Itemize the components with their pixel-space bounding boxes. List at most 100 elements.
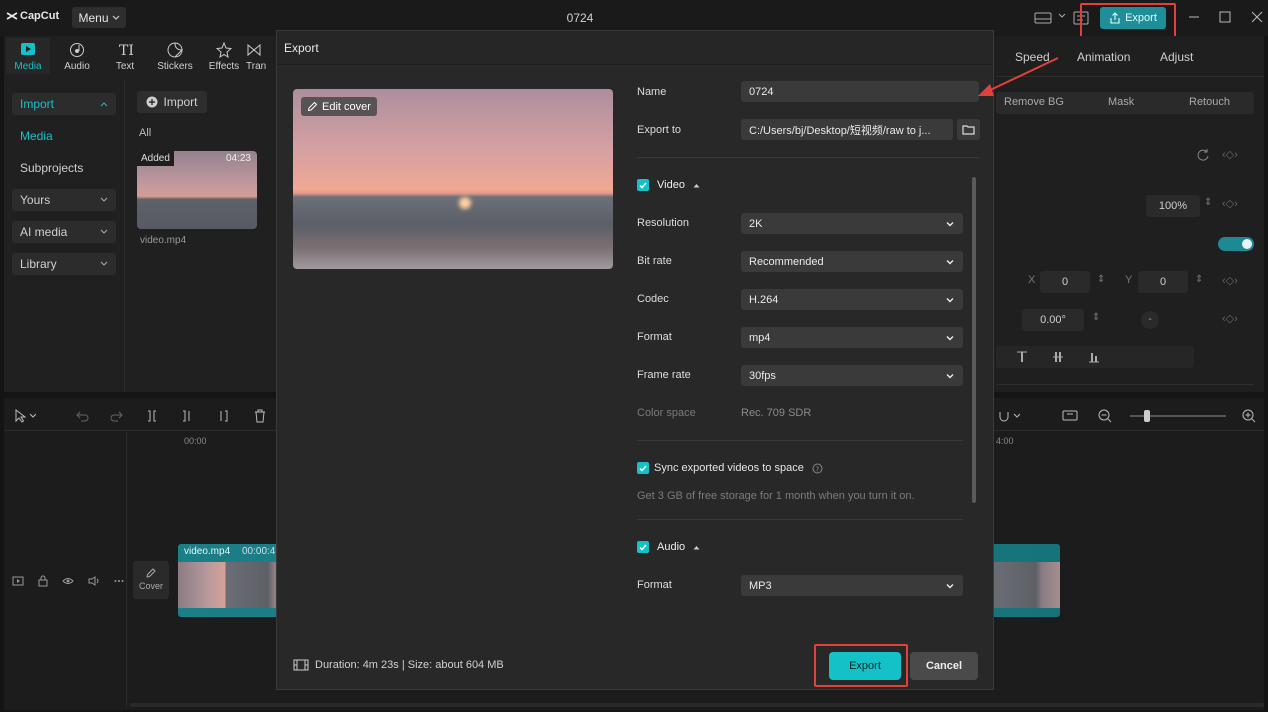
magnet-icon[interactable] bbox=[998, 409, 1022, 423]
codec-select[interactable]: H.264 bbox=[741, 289, 963, 310]
layout-dropdown-icon[interactable] bbox=[1058, 13, 1066, 19]
lock-icon[interactable] bbox=[38, 575, 48, 587]
film-icon bbox=[293, 659, 309, 671]
media-clip-thumbnail[interactable]: Added 04:23 bbox=[137, 151, 257, 229]
export-path-value: C:/Users/bj/Desktop/短视频/raw to j... bbox=[749, 124, 931, 137]
export-dialog-header: Export bbox=[277, 31, 993, 65]
maximize-icon[interactable] bbox=[1219, 11, 1231, 23]
eye-icon[interactable] bbox=[62, 576, 74, 586]
tab-adjust[interactable]: Adjust bbox=[1160, 50, 1193, 64]
resolution-select[interactable]: 2K bbox=[741, 213, 963, 234]
split-icon[interactable] bbox=[145, 409, 159, 423]
align-middle-icon[interactable] bbox=[1052, 351, 1064, 363]
cover-button[interactable]: Cover bbox=[133, 561, 169, 599]
nav-library[interactable]: Library bbox=[12, 253, 116, 275]
minimize-icon[interactable] bbox=[1188, 11, 1200, 23]
media-import-button[interactable]: Import bbox=[137, 91, 207, 113]
browse-folder-button[interactable] bbox=[957, 119, 980, 140]
align-top-icon[interactable] bbox=[1016, 351, 1028, 363]
y-stepper-icon[interactable]: ⇕ bbox=[1195, 274, 1203, 285]
name-input[interactable]: 0724 bbox=[741, 81, 979, 102]
sync-toggle[interactable]: Sync exported videos to space ? bbox=[637, 462, 823, 474]
align-bottom-icon[interactable] bbox=[1088, 351, 1100, 363]
subtab-retouch[interactable]: Retouch bbox=[1189, 96, 1230, 108]
sync-description: Get 3 GB of free storage for 1 month whe… bbox=[637, 490, 915, 502]
layout-icon[interactable] bbox=[1034, 12, 1052, 24]
x-stepper-icon[interactable]: ⇕ bbox=[1097, 274, 1105, 285]
export-to-label: Export to bbox=[637, 124, 682, 136]
keyframe-nav-icon[interactable]: ‹◇› bbox=[1222, 197, 1238, 210]
y-position-input[interactable]: 0 bbox=[1138, 271, 1188, 293]
tab-stickers[interactable]: Stickers bbox=[153, 42, 197, 72]
pencil-icon bbox=[146, 568, 156, 578]
audio-format-select[interactable]: MP3 bbox=[741, 575, 963, 596]
audio-section-toggle[interactable]: Audio bbox=[637, 541, 700, 553]
preview-axis-icon[interactable] bbox=[1062, 409, 1078, 423]
audio-checkbox[interactable] bbox=[637, 541, 649, 553]
tab-text-label: Text bbox=[115, 61, 135, 72]
rotate-dial-icon[interactable]: - bbox=[1141, 311, 1159, 329]
cover-preview[interactable]: Edit cover bbox=[293, 89, 613, 269]
tab-text[interactable]: TI Text bbox=[103, 42, 147, 72]
zoom-slider-handle[interactable] bbox=[1144, 410, 1150, 422]
sync-checkbox[interactable] bbox=[637, 462, 649, 474]
tab-media[interactable]: Media bbox=[6, 42, 50, 72]
plus-circle-icon bbox=[146, 96, 158, 108]
nav-import[interactable]: Import bbox=[12, 93, 116, 115]
video-checkbox[interactable] bbox=[637, 179, 649, 191]
help-icon[interactable]: ? bbox=[812, 463, 823, 474]
delete-icon[interactable] bbox=[253, 409, 267, 423]
keyframe-nav-icon[interactable]: ‹◇› bbox=[1222, 274, 1238, 287]
nav-yours[interactable]: Yours bbox=[12, 189, 116, 211]
export-button[interactable]: Export bbox=[829, 652, 901, 680]
track-cover-icon[interactable] bbox=[12, 576, 24, 586]
menu-button[interactable]: Menu bbox=[72, 7, 126, 28]
reset-icon[interactable] bbox=[1196, 148, 1210, 162]
settings-scrollbar[interactable] bbox=[972, 177, 976, 503]
cancel-button[interactable]: Cancel bbox=[910, 652, 978, 680]
tab-animation[interactable]: Animation bbox=[1077, 50, 1130, 64]
bitrate-select[interactable]: Recommended bbox=[741, 251, 963, 272]
media-filter-all[interactable]: All bbox=[139, 127, 151, 139]
zoom-out-icon[interactable] bbox=[1098, 409, 1112, 423]
select-tool-icon[interactable] bbox=[14, 409, 36, 423]
keyframe-nav-icon[interactable]: ‹◇› bbox=[1222, 148, 1238, 161]
uniform-scale-toggle[interactable] bbox=[1218, 237, 1254, 251]
tab-effects[interactable]: Effects bbox=[202, 42, 246, 72]
collapse-up-icon bbox=[693, 183, 700, 187]
x-position-input[interactable]: 0 bbox=[1040, 271, 1090, 293]
tab-audio[interactable]: Audio bbox=[55, 42, 99, 72]
scale-stepper-icon[interactable]: ⇕ bbox=[1204, 197, 1212, 208]
export-path-input[interactable]: C:/Users/bj/Desktop/短视频/raw to j... bbox=[741, 119, 953, 140]
close-icon[interactable] bbox=[1251, 11, 1263, 23]
format-select[interactable]: mp4 bbox=[741, 327, 963, 348]
align-toolbar bbox=[996, 346, 1194, 368]
framerate-select[interactable]: 30fps bbox=[741, 365, 963, 386]
timeline-scrollbar[interactable] bbox=[130, 703, 1264, 707]
scale-value[interactable]: 100% bbox=[1146, 195, 1200, 217]
nav-ai-media[interactable]: AI media bbox=[12, 221, 116, 243]
more-icon[interactable] bbox=[114, 579, 124, 583]
rotate-input[interactable]: 0.00° bbox=[1022, 309, 1084, 331]
nav-subprojects[interactable]: Subprojects bbox=[12, 157, 116, 179]
zoom-slider[interactable] bbox=[1130, 410, 1226, 422]
video-section-toggle[interactable]: Video bbox=[637, 179, 700, 191]
undo-icon[interactable] bbox=[75, 409, 89, 423]
export-dialog: Export Edit cover Name 0724 Export to C:… bbox=[276, 30, 994, 690]
rotate-stepper-icon[interactable]: ⇕ bbox=[1092, 312, 1100, 323]
audio-section-label: Audio bbox=[657, 541, 686, 553]
zoom-in-icon[interactable] bbox=[1242, 409, 1256, 423]
edit-cover-button[interactable]: Edit cover bbox=[301, 97, 377, 116]
chevron-down-icon bbox=[100, 261, 108, 266]
keyframe-nav-icon[interactable]: ‹◇› bbox=[1222, 312, 1238, 325]
top-export-button[interactable]: Export bbox=[1100, 7, 1166, 29]
export-info: Duration: 4m 23s | Size: about 604 MB bbox=[293, 659, 504, 671]
project-title: 0724 bbox=[566, 11, 594, 25]
volume-icon[interactable] bbox=[88, 576, 100, 586]
split-left-icon[interactable] bbox=[180, 409, 194, 423]
nav-media[interactable]: Media bbox=[12, 125, 116, 147]
redo-icon[interactable] bbox=[110, 409, 124, 423]
timecode-start: 00:00 bbox=[184, 436, 207, 446]
split-right-icon[interactable] bbox=[216, 409, 230, 423]
subtab-mask[interactable]: Mask bbox=[1108, 96, 1134, 108]
